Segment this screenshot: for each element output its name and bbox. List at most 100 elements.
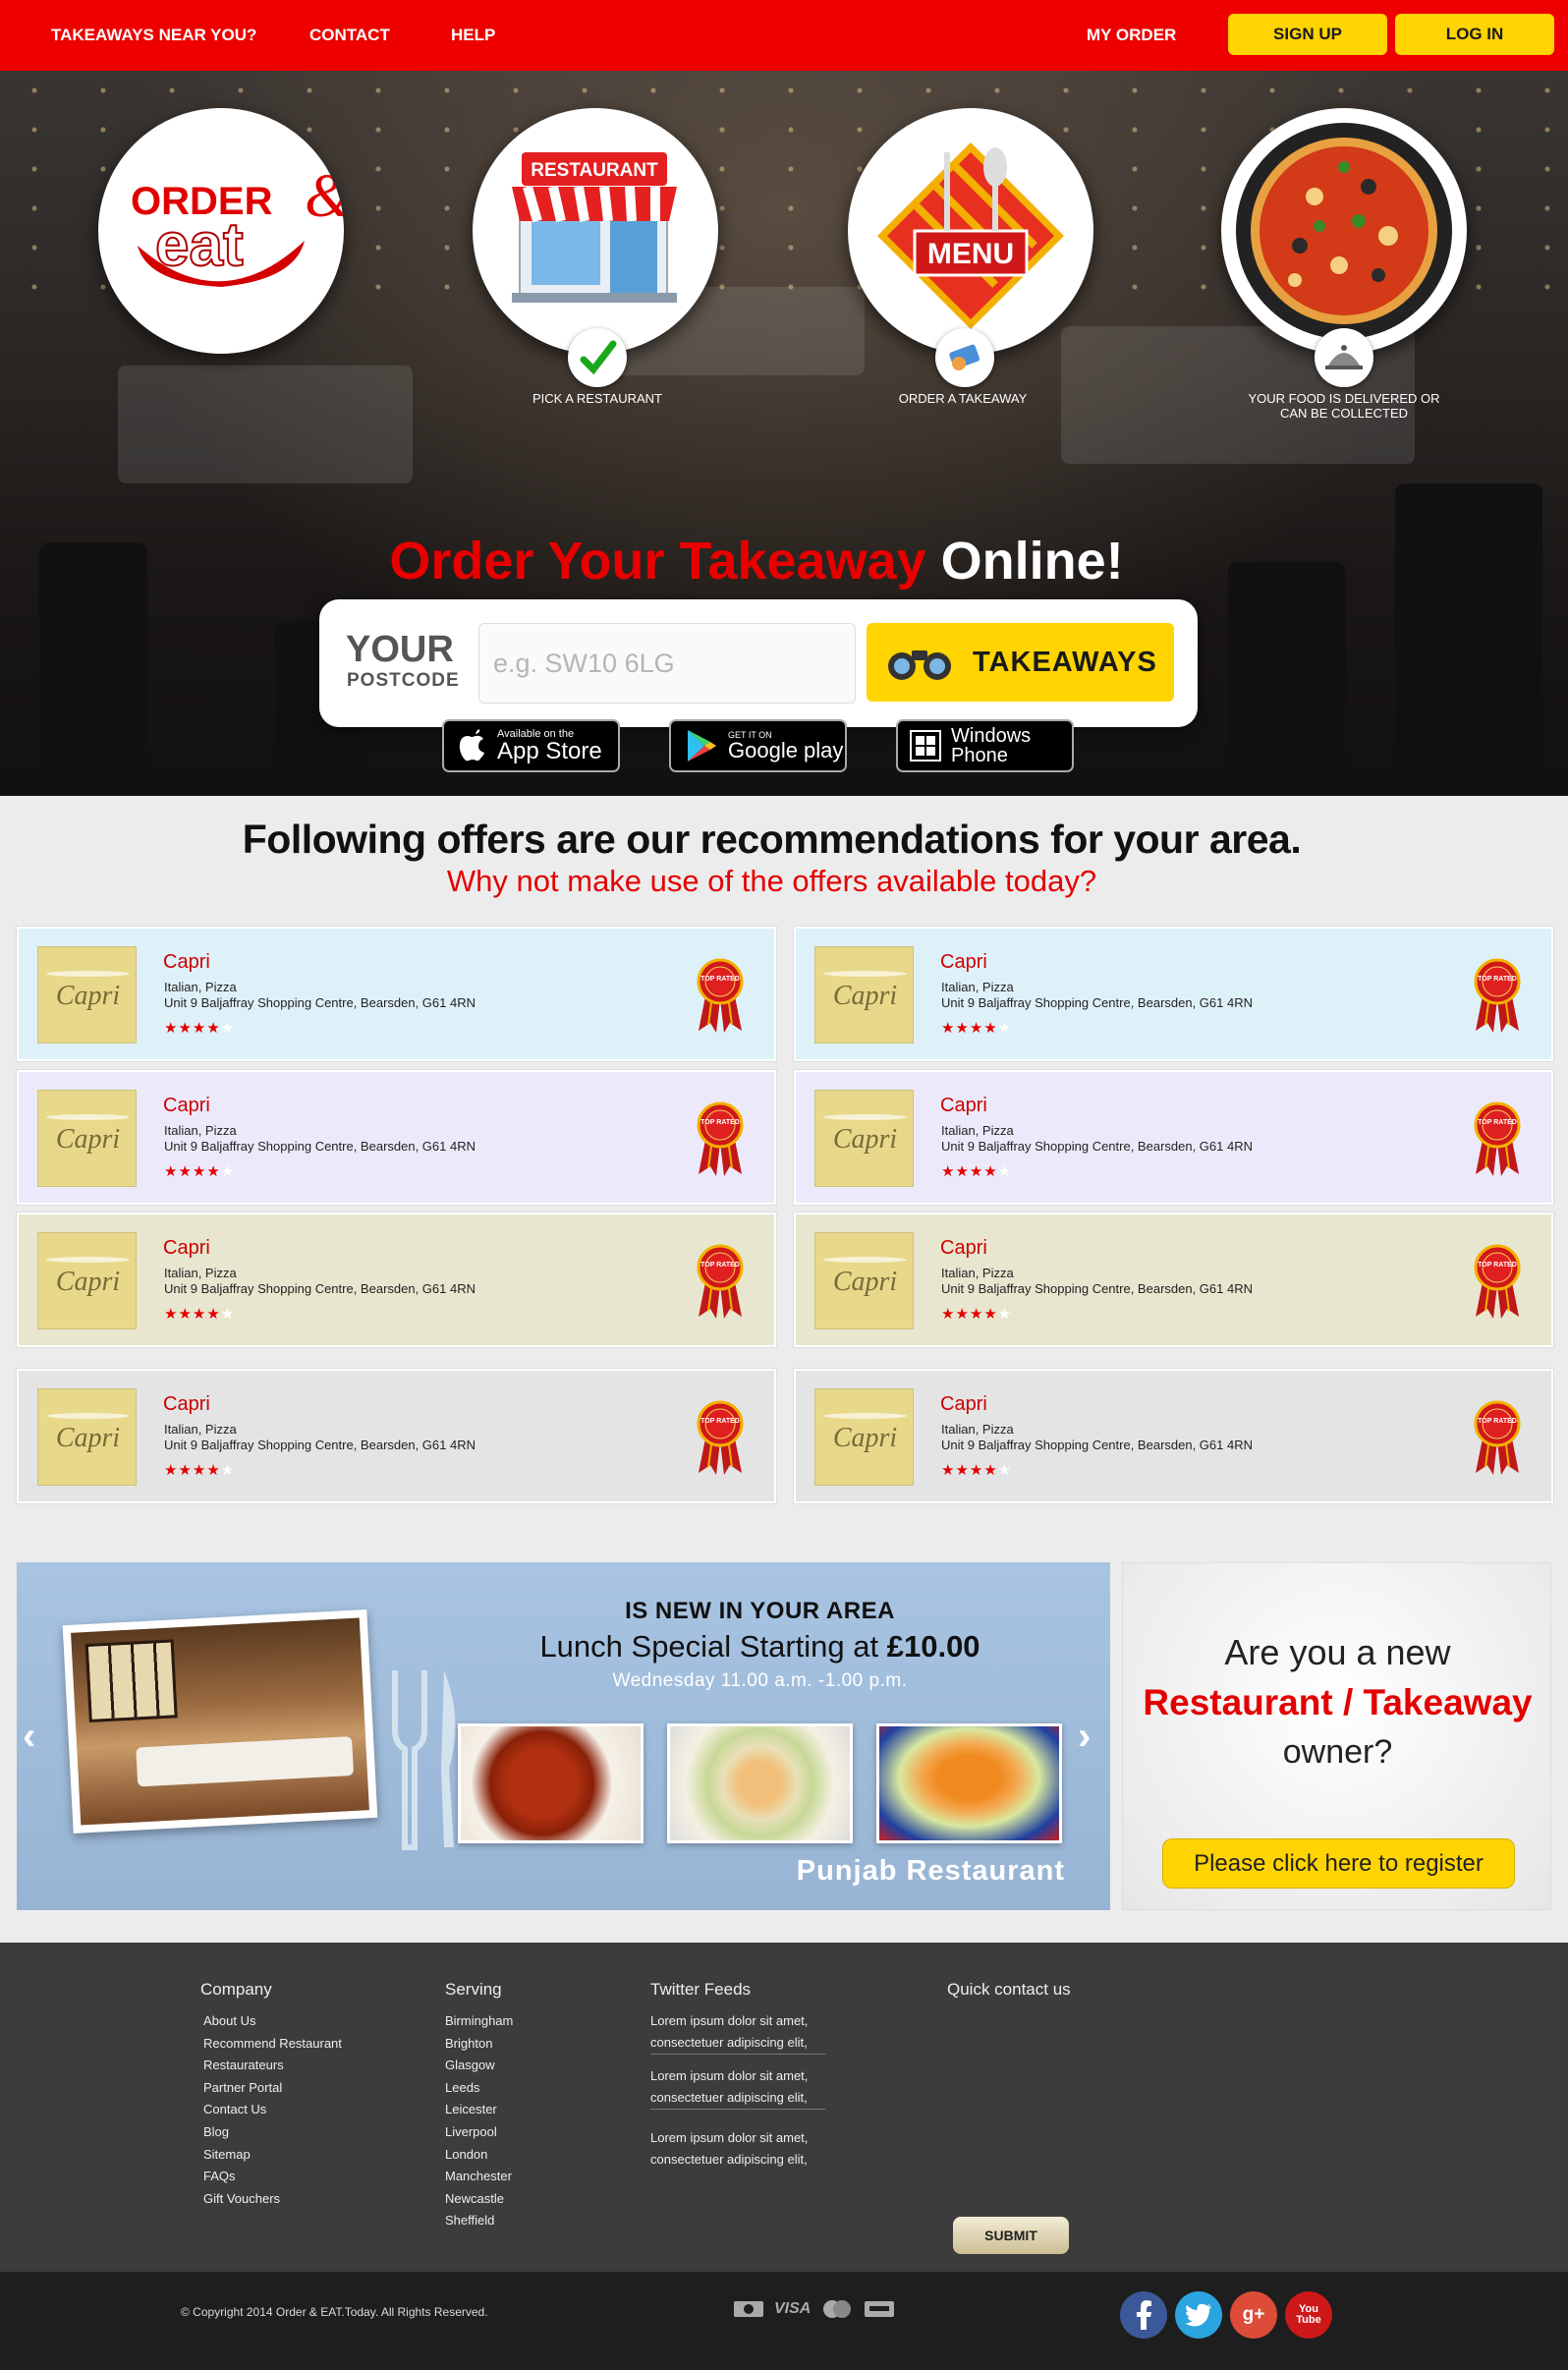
- restaurant-logo: Capri: [814, 946, 914, 1044]
- windows-icon: [910, 730, 941, 762]
- nav-takeaways-near-you[interactable]: TAKEAWAYS NEAR YOU?: [51, 26, 256, 45]
- svg-text:RESTAURANT: RESTAURANT: [531, 160, 658, 181]
- svg-text:MENU: MENU: [927, 238, 1014, 270]
- facebook-icon[interactable]: [1120, 2291, 1167, 2339]
- hero-section: ORDER & eat RESTAURANT PICK A RESTAURANT: [0, 71, 1568, 796]
- restaurant-name[interactable]: Capri: [940, 1095, 987, 1117]
- footer-company-link[interactable]: About Us: [203, 2010, 342, 2033]
- offer-card[interactable]: Capri Capri Italian, Pizza Unit 9 Baljaffra…: [794, 1213, 1553, 1347]
- visa-electron-icon: [865, 2301, 895, 2317]
- restaurant-name[interactable]: Capri: [163, 951, 210, 974]
- app-store-big-text: App Store: [497, 737, 602, 764]
- nav-help[interactable]: HELP: [451, 26, 495, 45]
- restaurant-step-image: RESTAURANT: [473, 108, 718, 354]
- dish-photo-chicken[interactable]: [458, 1723, 644, 1843]
- contact-submit-button[interactable]: SUBMIT: [953, 2217, 1069, 2254]
- restaurant-cuisine: Italian, Pizza: [941, 980, 1014, 994]
- footer-serving-link[interactable]: London: [445, 2144, 513, 2167]
- top-rated-rosette-icon: TOP RATED: [697, 1244, 744, 1319]
- footer-company-link[interactable]: Contact Us: [203, 2099, 342, 2121]
- top-rated-rosette-icon: TOP RATED: [697, 1101, 744, 1176]
- footer-serving-link[interactable]: Liverpool: [445, 2121, 513, 2144]
- footer-company-link[interactable]: Gift Vouchers: [203, 2188, 342, 2211]
- top-rated-rosette-icon: TOP RATED: [1474, 1101, 1521, 1176]
- headline-red-part: Order Your Takeaway: [389, 532, 926, 591]
- footer-company-link[interactable]: Restaurateurs: [203, 2055, 342, 2077]
- menu-icon: MENU: [877, 142, 1064, 329]
- tweet-item[interactable]: Lorem ipsum dolor sit amet, consectetuer …: [650, 2127, 825, 2171]
- star-rating: ★★★★★: [164, 1462, 236, 1479]
- svg-text:TOP RATED: TOP RATED: [700, 1119, 740, 1126]
- offers-subtitle: Why not make use of the offers available…: [446, 864, 1097, 898]
- binoculars-icon: [888, 650, 951, 680]
- footer-company-link[interactable]: Recommend Restaurant: [203, 2033, 342, 2056]
- tweet-line: Lorem ipsum dolor sit amet,: [650, 2013, 809, 2028]
- star-rating: ★★★★★: [941, 1020, 1013, 1037]
- top-rated-rosette-icon: TOP RATED: [1474, 958, 1521, 1033]
- svg-text:TOP RATED: TOP RATED: [700, 1418, 740, 1425]
- sign-up-button[interactable]: SIGN UP: [1228, 14, 1387, 55]
- star-rating: ★★★★★: [164, 1020, 236, 1037]
- restaurant-cuisine: Italian, Pizza: [164, 1266, 237, 1280]
- restaurant-name[interactable]: Capri: [940, 951, 987, 974]
- restaurant-logo-text: Capri: [55, 1124, 121, 1155]
- postcode-input[interactable]: [478, 623, 856, 704]
- nav-contact[interactable]: CONTACT: [309, 26, 390, 45]
- footer-company-link[interactable]: Partner Portal: [203, 2077, 342, 2100]
- footer-serving-link[interactable]: Manchester: [445, 2166, 513, 2188]
- footer-serving-link[interactable]: Leeds: [445, 2077, 513, 2100]
- app-store-button[interactable]: Available on the App Store: [442, 719, 620, 772]
- restaurant-name[interactable]: Capri: [163, 1095, 210, 1117]
- offer-card[interactable]: Capri Capri Italian, Pizza Unit 9 Baljaffra…: [17, 1369, 776, 1503]
- offer-card[interactable]: Capri Capri Italian, Pizza Unit 9 Baljaffra…: [794, 1070, 1553, 1205]
- restaurant-name[interactable]: Capri: [940, 1393, 987, 1416]
- twitter-icon[interactable]: [1175, 2291, 1222, 2339]
- tweet-item[interactable]: Lorem ipsum dolor sit amet, consectetuer …: [650, 2010, 825, 2055]
- register-line1: Are you a new: [1224, 1632, 1451, 1672]
- restaurant-name[interactable]: Capri: [163, 1393, 210, 1416]
- footer-serving-link[interactable]: Sheffield: [445, 2210, 513, 2232]
- dish-photo-dumplings[interactable]: [667, 1723, 853, 1843]
- restaurant-logo-text: Capri: [55, 1423, 121, 1453]
- dish-photo-prawns[interactable]: [876, 1723, 1062, 1843]
- carousel-prev-arrow[interactable]: ‹: [23, 1715, 35, 1759]
- footer-serving-link[interactable]: Birmingham: [445, 2010, 513, 2033]
- offer-card[interactable]: Capri Capri Italian, Pizza Unit 9 Baljaffra…: [794, 1369, 1553, 1503]
- order-eat-logo[interactable]: ORDER & eat: [98, 108, 344, 354]
- restaurant-address: Unit 9 Baljaffray Shopping Centre, Bears…: [164, 1139, 476, 1154]
- tweet-item[interactable]: Lorem ipsum dolor sit amet, consectetuer …: [650, 2065, 825, 2110]
- footer-serving-link[interactable]: Leicester: [445, 2099, 513, 2121]
- footer-serving-link[interactable]: Newcastle: [445, 2188, 513, 2211]
- google-plus-icon[interactable]: g+: [1230, 2291, 1277, 2339]
- register-owner-box: Are you a new Restaurant / Takeaway owne…: [1122, 1562, 1551, 1910]
- google-play-button[interactable]: GET IT ON Google play: [669, 719, 847, 772]
- step-label-delivered-collected: YOUR FOOD IS DELIVERED OR CAN BE COLLECT…: [1248, 391, 1440, 421]
- restaurant-logo-text: Capri: [832, 1423, 898, 1453]
- offer-card[interactable]: Capri Capri Italian, Pizza Unit 9 Baljaffra…: [17, 1070, 776, 1205]
- footer-serving-link[interactable]: Brighton: [445, 2033, 513, 2056]
- register-line2: Restaurant / Takeaway: [1143, 1682, 1533, 1722]
- footer-serving-link[interactable]: Glasgow: [445, 2055, 513, 2077]
- restaurant-address: Unit 9 Baljaffray Shopping Centre, Bears…: [164, 995, 476, 1010]
- youtube-icon[interactable]: You Tube: [1285, 2291, 1332, 2339]
- restaurant-name[interactable]: Capri: [940, 1237, 987, 1260]
- restaurant-logo: Capri: [814, 1232, 914, 1329]
- search-label-your: YOUR: [346, 629, 454, 670]
- offer-card[interactable]: Capri Capri Italian, Pizza Unit 9 Baljaffra…: [17, 927, 776, 1061]
- log-in-button[interactable]: LOG IN: [1395, 14, 1554, 55]
- offer-card[interactable]: Capri Capri Italian, Pizza Unit 9 Baljaffra…: [794, 927, 1553, 1061]
- footer-company-link[interactable]: Blog: [203, 2121, 342, 2144]
- restaurant-name[interactable]: Capri: [163, 1237, 210, 1260]
- svg-text:TOP RATED: TOP RATED: [1478, 1418, 1517, 1425]
- windows-phone-button[interactable]: Windows Phone: [896, 719, 1074, 772]
- restaurant-logo-text: Capri: [832, 1124, 898, 1155]
- find-takeaways-button[interactable]: TAKEAWAYS: [867, 623, 1174, 702]
- footer-company-link[interactable]: Sitemap: [203, 2144, 342, 2167]
- offer-card[interactable]: Capri Capri Italian, Pizza Unit 9 Baljaffra…: [17, 1213, 776, 1347]
- promo-restaurant-name: Punjab Restaurant: [796, 1855, 1065, 1887]
- register-button[interactable]: Please click here to register: [1162, 1838, 1515, 1889]
- nav-my-order[interactable]: MY ORDER: [1087, 26, 1176, 45]
- footer-company-link[interactable]: FAQs: [203, 2166, 342, 2188]
- svg-text:TOP RATED: TOP RATED: [700, 976, 740, 983]
- carousel-next-arrow[interactable]: ›: [1078, 1715, 1091, 1759]
